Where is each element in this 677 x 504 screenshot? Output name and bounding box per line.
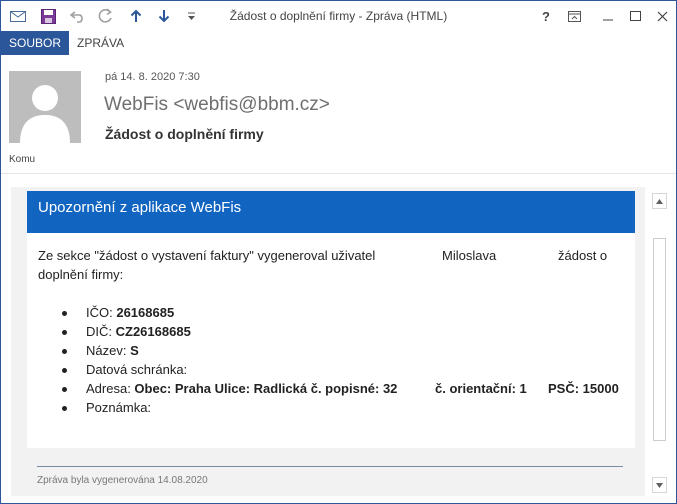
item-label: Poznámka:: [86, 400, 152, 415]
ribbon-display-icon: [567, 10, 581, 22]
intro-user: Miloslava: [442, 248, 497, 263]
minimize-icon: [603, 19, 613, 21]
bullet: [62, 406, 67, 411]
item-value: 26168685: [116, 305, 175, 320]
scroll-thumb[interactable]: [653, 238, 666, 441]
bullet: [62, 330, 67, 335]
item-label: DIČ:: [86, 324, 116, 339]
help-button[interactable]: ?: [532, 1, 560, 31]
header-divider: [1, 173, 676, 174]
title-bar: Žádost o doplnění firmy - Zpráva (HTML) …: [1, 1, 676, 31]
minimize-button[interactable]: [594, 1, 622, 31]
maximize-icon: [629, 11, 641, 21]
bullet: [62, 368, 67, 373]
list-item-ico: IČO: 26168685: [86, 305, 174, 320]
message-window: Žádost o doplnění firmy - Zpráva (HTML) …: [0, 0, 677, 504]
list-item-nazev: Název: S: [86, 343, 139, 358]
intro-text-line2: doplnění firmy:: [38, 267, 124, 282]
footer-divider: [37, 466, 623, 467]
ribbon-tabs: SOUBOR ZPRÁVA: [1, 31, 676, 55]
avatar: [9, 71, 81, 143]
footer-text: Zpráva byla vygenerována 14.08.2020: [37, 475, 208, 486]
item-label: IČO:: [86, 305, 117, 320]
subject: Žádost o doplnění firmy: [105, 126, 264, 142]
list-item-adresa: Adresa: Obec: Praha Ulice: Radlická č. p…: [86, 381, 397, 396]
sent-date: pá 14. 8. 2020 7:30: [105, 71, 200, 83]
tab-zprava[interactable]: ZPRÁVA: [69, 31, 132, 55]
intro-text-end: žádost o: [558, 248, 608, 263]
person-icon: [20, 85, 70, 143]
item-label: Adresa:: [86, 381, 135, 396]
item-value: CZ26168685: [115, 324, 191, 339]
message-body: Upozornění z aplikace WebFis Ze sekce "ž…: [11, 187, 645, 496]
ribbon-display-button[interactable]: [560, 1, 588, 31]
list-item-poznamka: Poznámka:: [86, 400, 151, 415]
scroll-up-button[interactable]: [652, 193, 667, 209]
to-label: Komu: [9, 154, 36, 165]
list-item-dic: DIČ: CZ26168685: [86, 324, 191, 339]
item-label: Název:: [86, 343, 131, 358]
intro-text: Ze sekce "žádost o vystavení faktury" vy…: [38, 248, 376, 263]
vertical-scrollbar[interactable]: [652, 193, 667, 493]
bullet: [62, 387, 67, 392]
item-value: S: [130, 343, 139, 358]
close-button[interactable]: [648, 1, 676, 31]
notification-banner: Upozornění z aplikace WebFis: [27, 191, 635, 233]
scroll-down-button[interactable]: [652, 477, 667, 493]
close-icon: [657, 11, 667, 21]
maximize-button[interactable]: [621, 1, 649, 31]
address-postal-code: PSČ: 15000: [548, 381, 619, 396]
tab-soubor[interactable]: SOUBOR: [1, 31, 70, 55]
address-value: Obec: Praha Ulice: Radlická č. popisné: …: [134, 381, 398, 396]
sender[interactable]: WebFis <webfis@bbm.cz>: [104, 94, 330, 116]
banner-title: Upozornění z aplikace WebFis: [38, 199, 242, 216]
bullet: [62, 349, 67, 354]
item-label: Datová schránka:: [86, 362, 188, 377]
list-item-datova-schranka: Datová schránka:: [86, 362, 187, 377]
chevron-up-icon: [656, 198, 663, 204]
address-orientation-number: č. orientační: 1: [435, 381, 527, 396]
message-card: Ze sekce "žádost o vystavení faktury" vy…: [27, 233, 635, 448]
chevron-down-icon: [656, 482, 663, 488]
bullet: [62, 311, 67, 316]
